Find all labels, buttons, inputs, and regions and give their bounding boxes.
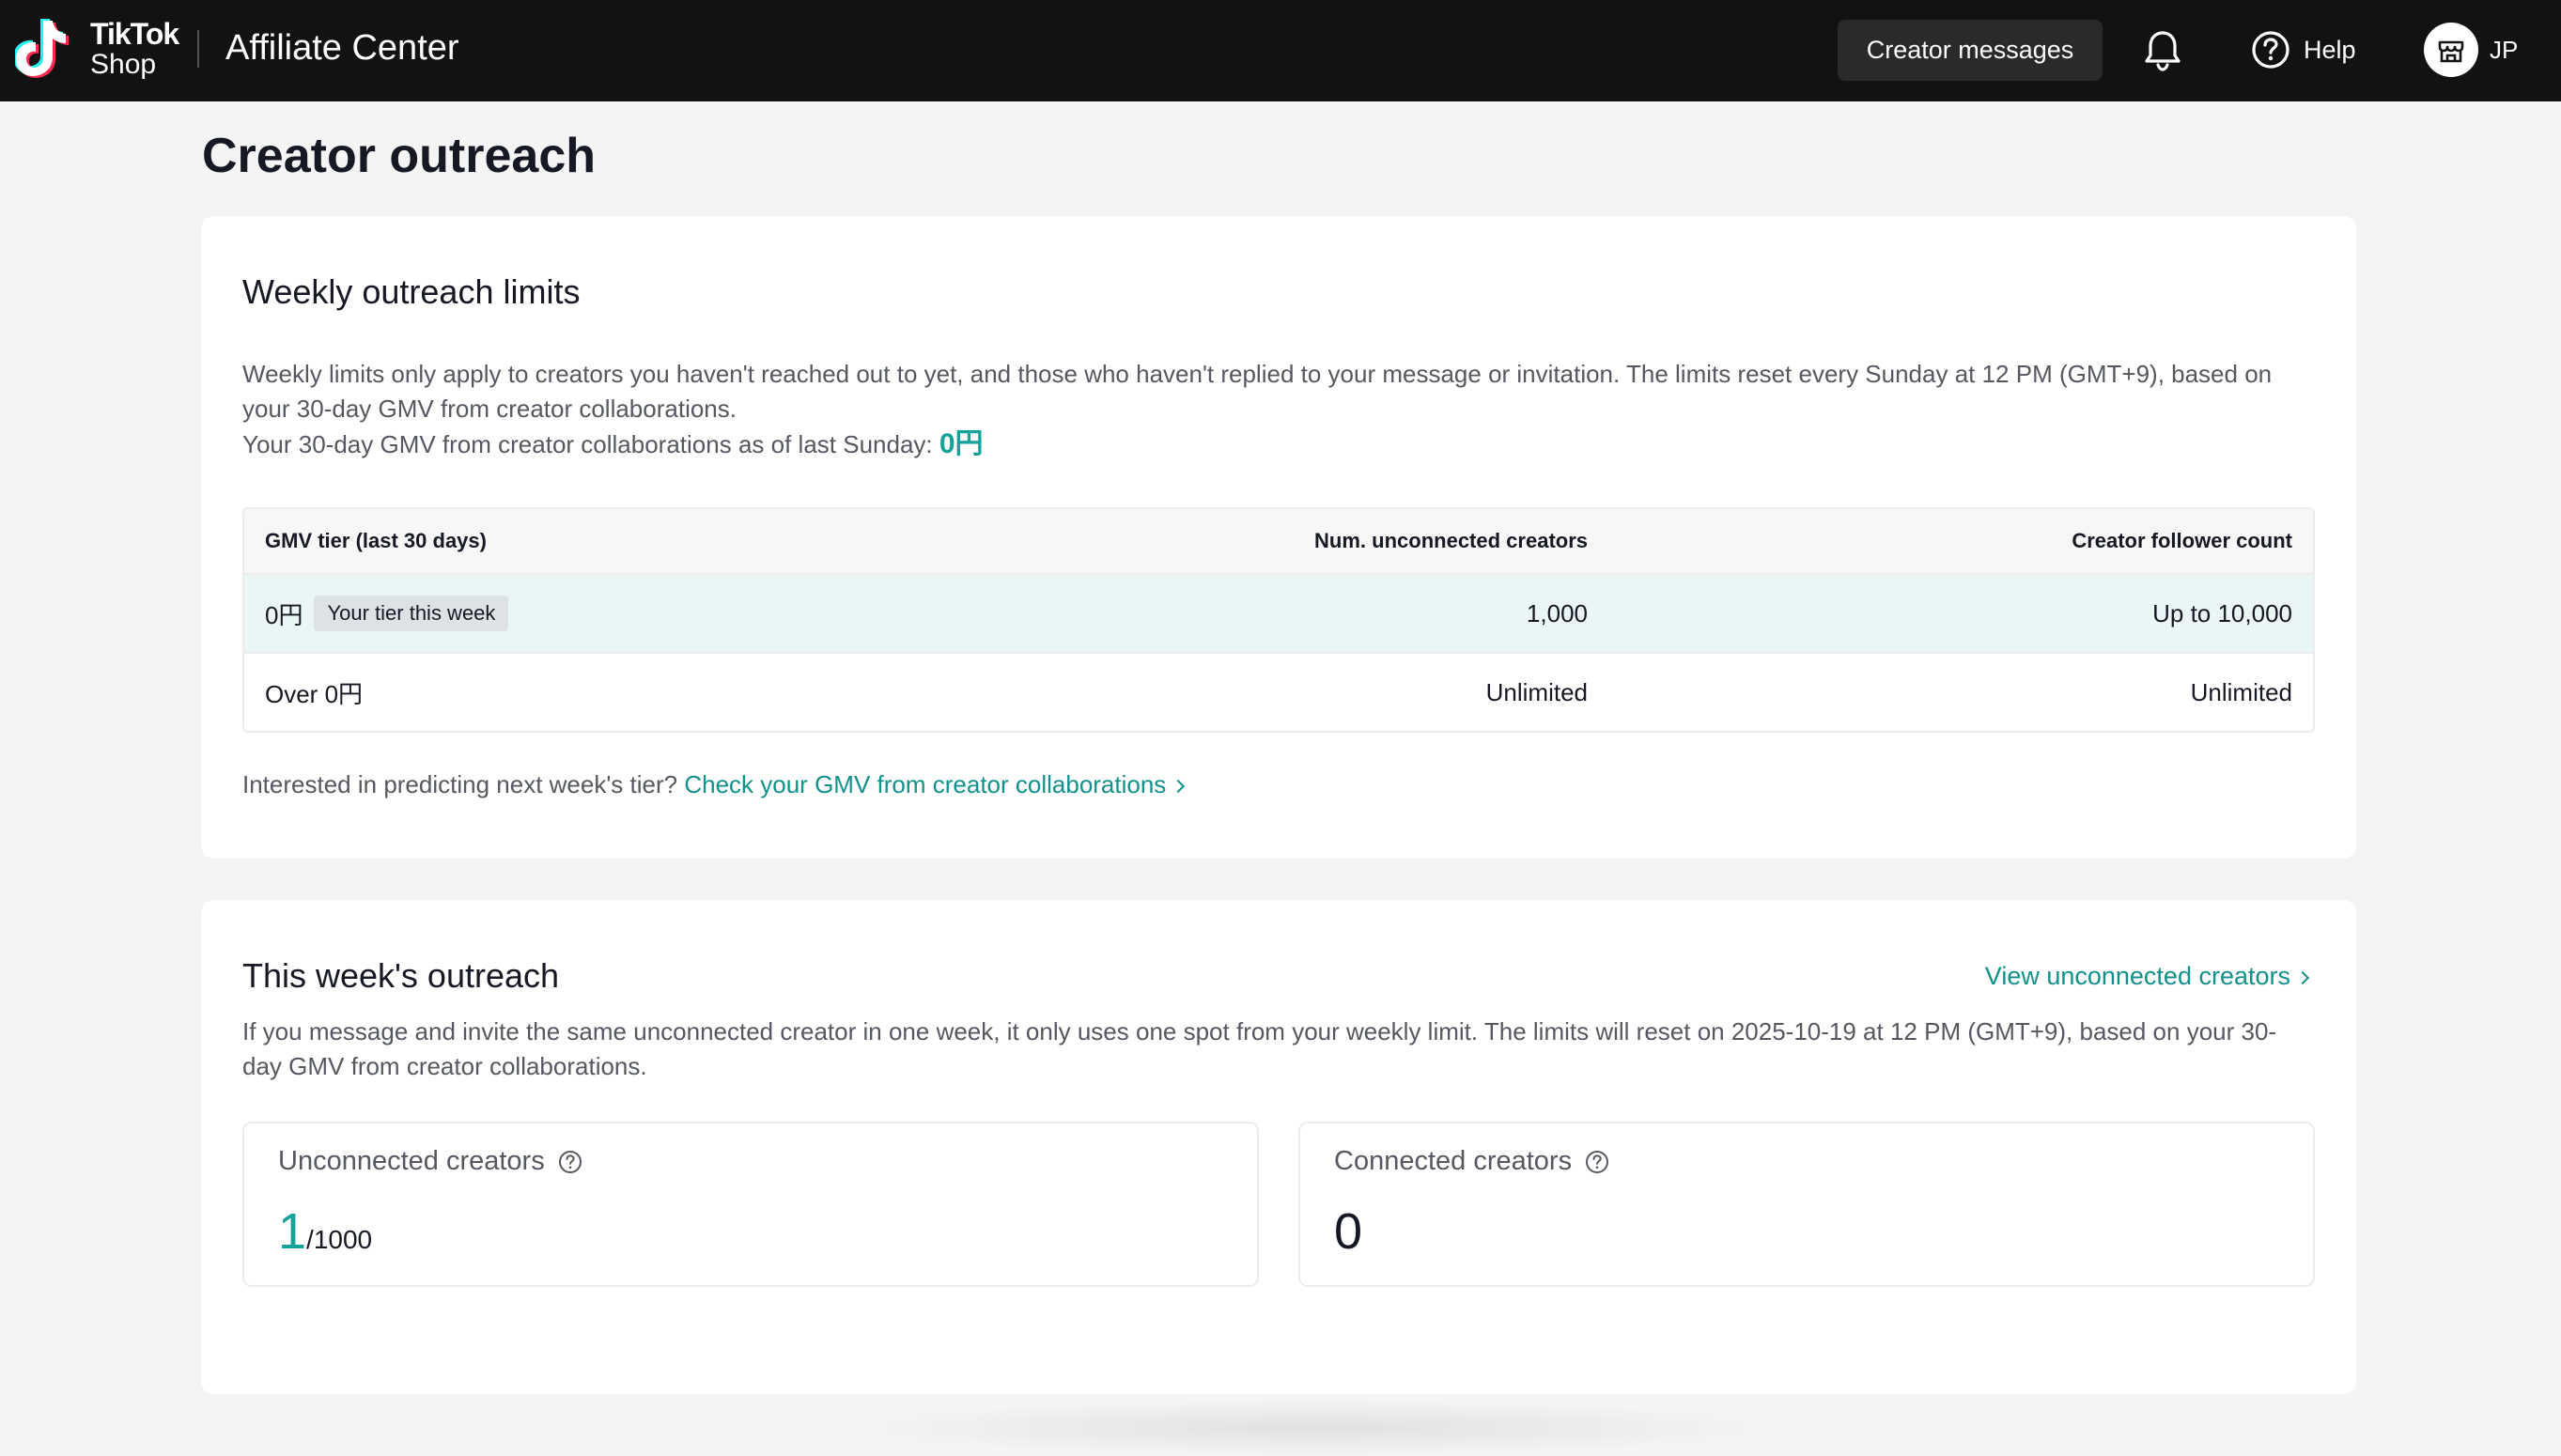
- logo-line-shop: Shop: [90, 49, 157, 80]
- store-icon: [2438, 40, 2464, 63]
- table-header-row: GMV tier (last 30 days) Num. unconnected…: [244, 509, 2313, 573]
- top-bar: TikTok Shop Affiliate Center Creator mes…: [0, 0, 2561, 101]
- tier-cell: Over 0円: [244, 675, 1184, 710]
- logo-line-tiktok: TikTok: [90, 17, 179, 51]
- help-button[interactable]: Help: [2251, 28, 2356, 71]
- unconnected-label-text: Unconnected creators: [278, 1146, 545, 1176]
- unconnected-count: 1: [278, 1203, 307, 1260]
- this-week-card: This week's outreach View unconnected cr…: [201, 900, 2356, 1394]
- follower-count-cell: Unlimited: [2190, 677, 2292, 706]
- chevron-right-icon: [2295, 970, 2310, 985]
- unconnected-limit: /1000: [306, 1225, 373, 1254]
- weekly-limits-title: Weekly outreach limits: [242, 272, 581, 311]
- check-gmv-link-label: Check your GMV from creator collaboratio…: [684, 770, 1167, 798]
- connected-stat-value: 0: [1334, 1202, 1362, 1261]
- this-week-desc-line1: If you message and invite the same uncon…: [242, 1017, 2277, 1046]
- account-menu[interactable]: JP: [2424, 23, 2518, 77]
- unconnected-stat-label: Unconnected creators: [278, 1146, 582, 1177]
- chevron-right-icon: [1172, 779, 1186, 794]
- connected-creators-stat: Connected creators 0: [1298, 1122, 2315, 1287]
- tiktok-logo-icon: [15, 19, 69, 78]
- gmv-label: Your 30-day GMV from creator collaborati…: [242, 430, 933, 458]
- num-unconnected-cell: 1,000: [1526, 598, 1588, 627]
- follower-count-cell: Up to 10,000: [2152, 598, 2292, 627]
- gmv-value: 0円: [939, 428, 984, 459]
- floating-bar-shadow: [846, 1400, 1785, 1456]
- help-label: Help: [2304, 35, 2356, 64]
- creator-messages-button[interactable]: Creator messages: [1838, 20, 2103, 81]
- connected-count: 0: [1334, 1203, 1363, 1260]
- tier-cell: 0円 Your tier this week: [244, 596, 1184, 631]
- bell-icon: [2145, 31, 2181, 71]
- view-unconnected-creators-link[interactable]: View unconnected creators: [1984, 962, 2310, 991]
- this-week-description: If you message and invite the same uncon…: [242, 1015, 2276, 1084]
- notifications-button[interactable]: [2142, 28, 2183, 71]
- this-week-desc-line2: day GMV from creator collaborations.: [242, 1052, 647, 1080]
- header-divider: [197, 30, 199, 68]
- app-title[interactable]: Affiliate Center: [225, 28, 459, 69]
- table-row: 0円 Your tier this week 1,000 Up to 10,00…: [244, 573, 2313, 652]
- logo-wordmark: TikTok Shop: [90, 17, 179, 80]
- this-week-title: This week's outreach: [242, 956, 560, 995]
- weekly-limits-description: Weekly limits only apply to creators you…: [242, 357, 2272, 462]
- header-follower-count: Creator follower count: [2072, 529, 2292, 552]
- weekly-limits-desc-line2: your 30-day GMV from creator collaborati…: [242, 395, 737, 423]
- connected-stat-label: Connected creators: [1334, 1146, 1609, 1177]
- tiktok-shop-logo[interactable]: TikTok Shop: [15, 17, 179, 81]
- check-gmv-link[interactable]: Check your GMV from creator collaboratio…: [684, 770, 1186, 798]
- weekly-limits-desc-line1: Weekly limits only apply to creators you…: [242, 360, 2273, 388]
- question-icon[interactable]: [558, 1150, 582, 1174]
- header-gmv-tier: GMV tier (last 30 days): [265, 529, 487, 552]
- table-row: Over 0円 Unlimited Unlimited: [244, 652, 2313, 731]
- gmv-tier-table: GMV tier (last 30 days) Num. unconnected…: [242, 507, 2315, 733]
- predict-text: Interested in predicting next week's tie…: [242, 770, 678, 798]
- header-num-unconnected: Num. unconnected creators: [1314, 529, 1588, 552]
- help-circle-icon: [2252, 31, 2289, 69]
- avatar: [2424, 23, 2478, 77]
- page-title: Creator outreach: [202, 129, 596, 183]
- predict-tier-line: Interested in predicting next week's tie…: [242, 770, 1186, 799]
- view-unconnected-label: View unconnected creators: [1984, 962, 2290, 990]
- num-unconnected-cell: Unlimited: [1485, 677, 1588, 706]
- unconnected-creators-stat: Unconnected creators 1/1000: [242, 1122, 1259, 1287]
- current-tier-badge: Your tier this week: [314, 596, 509, 631]
- account-region: JP: [2490, 35, 2519, 64]
- tier-name: 0円: [265, 600, 303, 629]
- tier-name: Over 0円: [265, 679, 364, 708]
- question-icon[interactable]: [1585, 1150, 1609, 1174]
- gmv-summary: Your 30-day GMV from creator collaborati…: [242, 426, 2272, 462]
- connected-label-text: Connected creators: [1334, 1146, 1573, 1176]
- unconnected-stat-value: 1/1000: [278, 1202, 372, 1261]
- weekly-limits-card: Weekly outreach limits Weekly limits onl…: [201, 216, 2356, 859]
